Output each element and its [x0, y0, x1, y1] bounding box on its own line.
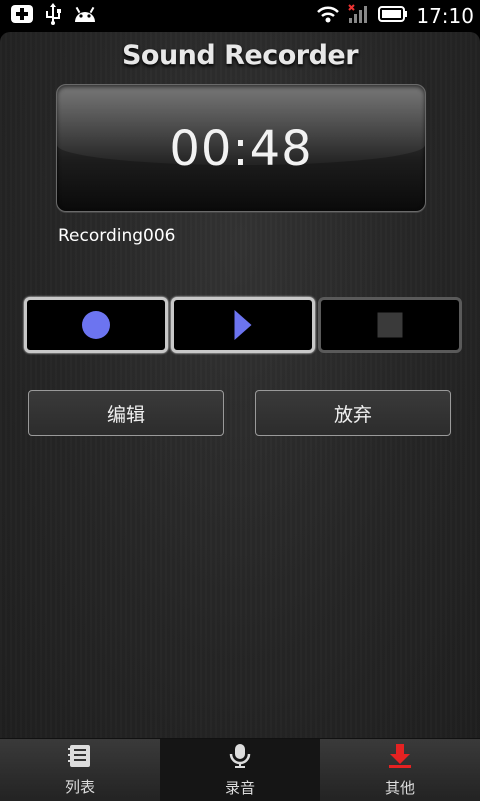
signal-icon	[348, 4, 370, 28]
tab-record-label: 录音	[224, 778, 255, 797]
app-title: Sound Recorder	[121, 40, 359, 71]
stop-button[interactable]	[318, 297, 462, 353]
download-icon	[387, 743, 413, 773]
stop-icon	[377, 312, 403, 338]
status-bar: 17:10	[0, 0, 480, 32]
timer-display: 00:48	[56, 84, 426, 212]
play-button[interactable]	[171, 297, 315, 353]
usb-icon	[44, 3, 62, 29]
record-icon	[82, 311, 110, 339]
recorder-screen: Sound Recorder 00:48 Recording006 编辑 放弃	[0, 32, 480, 738]
timer-text: 00:48	[169, 121, 313, 177]
list-icon	[67, 744, 93, 772]
edit-button[interactable]: 编辑	[28, 390, 224, 436]
clock-time: 17:10	[416, 4, 474, 28]
recording-name: Recording006	[58, 226, 176, 246]
wifi-icon	[316, 4, 340, 28]
discard-button[interactable]: 放弃	[255, 390, 451, 436]
bottom-nav: 列表 录音 其他	[0, 738, 480, 801]
play-icon	[234, 310, 252, 340]
tab-list-label: 列表	[64, 777, 95, 796]
tab-list[interactable]: 列表	[0, 739, 160, 801]
tab-record[interactable]: 录音	[160, 739, 320, 801]
tab-other[interactable]: 其他	[320, 739, 480, 801]
tab-other-label: 其他	[384, 778, 415, 797]
add-icon	[10, 4, 34, 28]
android-icon	[72, 4, 98, 28]
record-button[interactable]	[24, 297, 168, 353]
microphone-icon	[228, 743, 252, 773]
battery-icon	[378, 5, 408, 27]
